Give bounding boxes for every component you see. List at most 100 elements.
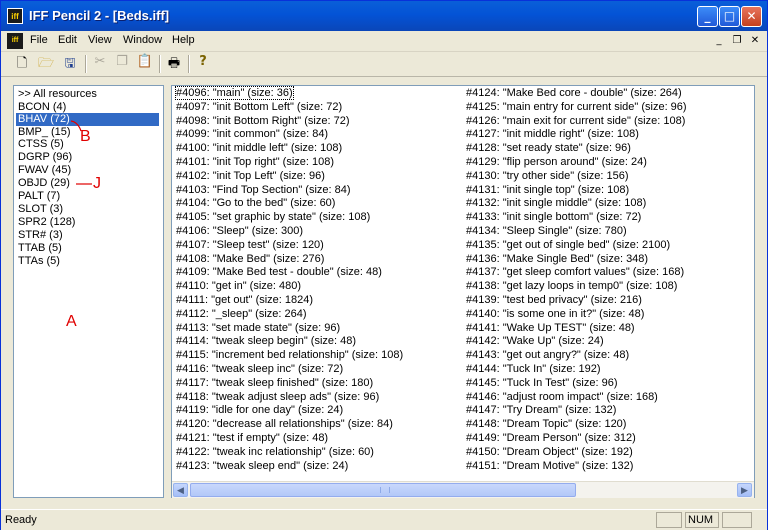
list-item[interactable]: #4111: "get out" (size: 1824) [176, 294, 403, 308]
list-item[interactable]: #4109: "Make Bed test - double" (size: 4… [176, 266, 403, 280]
list-item[interactable]: #4125: "main entry for current side" (si… [466, 101, 687, 115]
copy-icon[interactable]: ❐ [111, 54, 133, 74]
menu-view[interactable]: View [88, 34, 112, 46]
scroll-left-icon[interactable]: ◀ [173, 483, 188, 497]
list-item[interactable]: #4129: "flip person around" (size: 24) [466, 156, 687, 170]
list-item[interactable]: #4124: "Make Bed core - double" (size: 2… [466, 87, 687, 101]
resource-ttab[interactable]: TTAB (5) [16, 242, 64, 255]
resource-all[interactable]: >> All resources [16, 88, 99, 101]
list-item[interactable]: #4119: "idle for one day" (size: 24) [176, 404, 403, 418]
document-icon[interactable]: iff [7, 33, 23, 49]
list-item[interactable]: #4127: "init middle right" (size: 108) [466, 128, 687, 142]
list-item[interactable]: #4138: "get lazy loops in temp0" (size: … [466, 280, 687, 294]
list-item[interactable]: #4118: "tweak adjust sleep ads" (size: 9… [176, 391, 403, 405]
menu-help[interactable]: Help [172, 34, 195, 46]
cut-icon[interactable]: ✂ [89, 54, 111, 74]
mdi-minimize-icon[interactable]: _ [711, 34, 727, 48]
close-button[interactable]: ✕ [741, 6, 762, 27]
horizontal-scrollbar[interactable]: ◀ ▶ [172, 481, 754, 498]
resource-type-list[interactable]: >> All resources BCON (4) BHAV (72) BMP_… [13, 85, 164, 498]
list-item[interactable]: #4106: "Sleep" (size: 300) [176, 225, 403, 239]
list-item[interactable]: #4144: "Tuck In" (size: 192) [466, 363, 687, 377]
list-item[interactable]: #4098: "init Bottom Right" (size: 72) [176, 115, 403, 129]
list-item[interactable]: #4143: "get out angry?" (size: 48) [466, 349, 687, 363]
list-item[interactable]: #4147: "Try Dream" (size: 132) [466, 404, 687, 418]
list-item[interactable]: #4107: "Sleep test" (size: 120) [176, 239, 403, 253]
list-item[interactable]: #4139: "test bed privacy" (size: 216) [466, 294, 687, 308]
paste-icon[interactable]: 📋 [134, 54, 156, 74]
list-item[interactable]: #4105: "set graphic by state" (size: 108… [176, 211, 403, 225]
minimize-button[interactable]: _ [697, 6, 718, 27]
print-icon[interactable]: 🖶 [163, 54, 185, 74]
list-item[interactable]: #4130: "try other side" (size: 156) [466, 170, 687, 184]
list-item[interactable]: #4108: "Make Bed" (size: 276) [176, 253, 403, 267]
list-item[interactable]: #4097: "init Bottom Left" (size: 72) [176, 101, 403, 115]
menu-bar: iff File Edit View Window Help _ ❐ ✕ [1, 31, 767, 52]
save-icon[interactable]: 🖫 [59, 54, 81, 74]
list-item[interactable]: #4137: "get sleep comfort values" (size:… [466, 266, 687, 280]
menu-window[interactable]: Window [123, 34, 162, 46]
list-item[interactable]: #4150: "Dream Object" (size: 192) [466, 446, 687, 460]
resource-palt[interactable]: PALT (7) [16, 190, 62, 203]
list-item[interactable]: #4101: "init Top right" (size: 108) [176, 156, 403, 170]
maximize-button[interactable]: □ [719, 6, 740, 27]
resource-objd[interactable]: OBJD (29) [16, 177, 72, 190]
list-item[interactable]: #4142: "Wake Up" (size: 24) [466, 335, 687, 349]
menu-edit[interactable]: Edit [58, 34, 77, 46]
mdi-close-icon[interactable]: ✕ [747, 34, 763, 48]
list-item[interactable]: #4096: "main" (size: 36) [175, 86, 403, 101]
list-item[interactable]: #4116: "tweak sleep inc" (size: 72) [176, 363, 403, 377]
list-item[interactable]: #4148: "Dream Topic" (size: 120) [466, 418, 687, 432]
list-item[interactable]: #4149: "Dream Person" (size: 312) [466, 432, 687, 446]
list-item-label: #4100: "init middle left" (size: 108) [176, 142, 343, 155]
list-item[interactable]: #4133: "init single bottom" (size: 72) [466, 211, 687, 225]
resource-slot[interactable]: SLOT (3) [16, 203, 65, 216]
list-item[interactable]: #4110: "get in" (size: 480) [176, 280, 403, 294]
list-item[interactable]: #4117: "tweak sleep finished" (size: 180… [176, 377, 403, 391]
help-icon[interactable]: ? [192, 54, 214, 74]
list-item[interactable]: #4115: "increment bed relationship" (siz… [176, 349, 403, 363]
list-item[interactable]: #4114: "tweak sleep begin" (size: 48) [176, 335, 403, 349]
open-folder-icon[interactable]: 🗁 [35, 54, 57, 74]
list-item[interactable]: #4131: "init single top" (size: 108) [466, 184, 687, 198]
list-item[interactable]: #4134: "Sleep Single" (size: 780) [466, 225, 687, 239]
list-item[interactable]: #4100: "init middle left" (size: 108) [176, 142, 403, 156]
list-item-label: #4107: "Sleep test" (size: 120) [176, 238, 324, 251]
list-item[interactable]: #4103: "Find Top Section" (size: 84) [176, 184, 403, 198]
app-icon[interactable]: iff [7, 8, 23, 24]
resource-fwav[interactable]: FWAV (45) [16, 164, 73, 177]
list-item[interactable]: #4140: "is some one in it?" (size: 48) [466, 308, 687, 322]
list-item[interactable]: #4104: "Go to the bed" (size: 60) [176, 197, 403, 211]
scroll-right-icon[interactable]: ▶ [737, 483, 752, 497]
title-bar[interactable]: iff IFF Pencil 2 - [Beds.iff] _ □ ✕ [1, 1, 767, 31]
list-item[interactable]: #4120: "decrease all relationships" (siz… [176, 418, 403, 432]
list-item[interactable]: #4123: "tweak sleep end" (size: 24) [176, 460, 403, 474]
list-item-label: #4140: "is some one in it?" (size: 48) [466, 307, 645, 320]
list-item[interactable]: #4132: "init single middle" (size: 108) [466, 197, 687, 211]
resource-spr2[interactable]: SPR2 (128) [16, 216, 77, 229]
list-item[interactable]: #4136: "Make Single Bed" (size: 348) [466, 253, 687, 267]
resource-str[interactable]: STR# (3) [16, 229, 65, 242]
list-item[interactable]: #4151: "Dream Motive" (size: 132) [466, 460, 687, 474]
list-item[interactable]: #4128: "set ready state" (size: 96) [466, 142, 687, 156]
list-item[interactable]: #4102: "init Top Left" (size: 96) [176, 170, 403, 184]
list-item[interactable]: #4122: "tweak inc relationship" (size: 6… [176, 446, 403, 460]
scroll-thumb[interactable] [190, 483, 576, 497]
resource-ttas[interactable]: TTAs (5) [16, 255, 62, 268]
list-item[interactable]: #4113: "set made state" (size: 96) [176, 322, 403, 336]
new-file-icon[interactable]: 🗋 [11, 54, 33, 74]
menu-file[interactable]: File [30, 34, 48, 46]
list-item[interactable]: #4126: "main exit for current side" (siz… [466, 115, 687, 129]
list-item[interactable]: #4141: "Wake Up TEST" (size: 48) [466, 322, 687, 336]
resource-item-list[interactable]: #4096: "main" (size: 36) #4097: "init Bot… [171, 85, 755, 498]
list-item[interactable]: #4135: "get out of single bed" (size: 21… [466, 239, 687, 253]
list-item-label: #4146: "adjust room impact" (size: 168) [466, 390, 658, 403]
resource-dgrp[interactable]: DGRP (96) [16, 151, 74, 164]
list-item[interactable]: #4145: "Tuck In Test" (size: 96) [466, 377, 687, 391]
list-item[interactable]: #4112: "_sleep" (size: 264) [176, 308, 403, 322]
mdi-restore-icon[interactable]: ❐ [729, 34, 745, 48]
list-item[interactable]: #4146: "adjust room impact" (size: 168) [466, 391, 687, 405]
resource-ctss[interactable]: CTSS (5) [16, 138, 66, 151]
list-item[interactable]: #4099: "init common" (size: 84) [176, 128, 403, 142]
list-item[interactable]: #4121: "test if empty" (size: 48) [176, 432, 403, 446]
